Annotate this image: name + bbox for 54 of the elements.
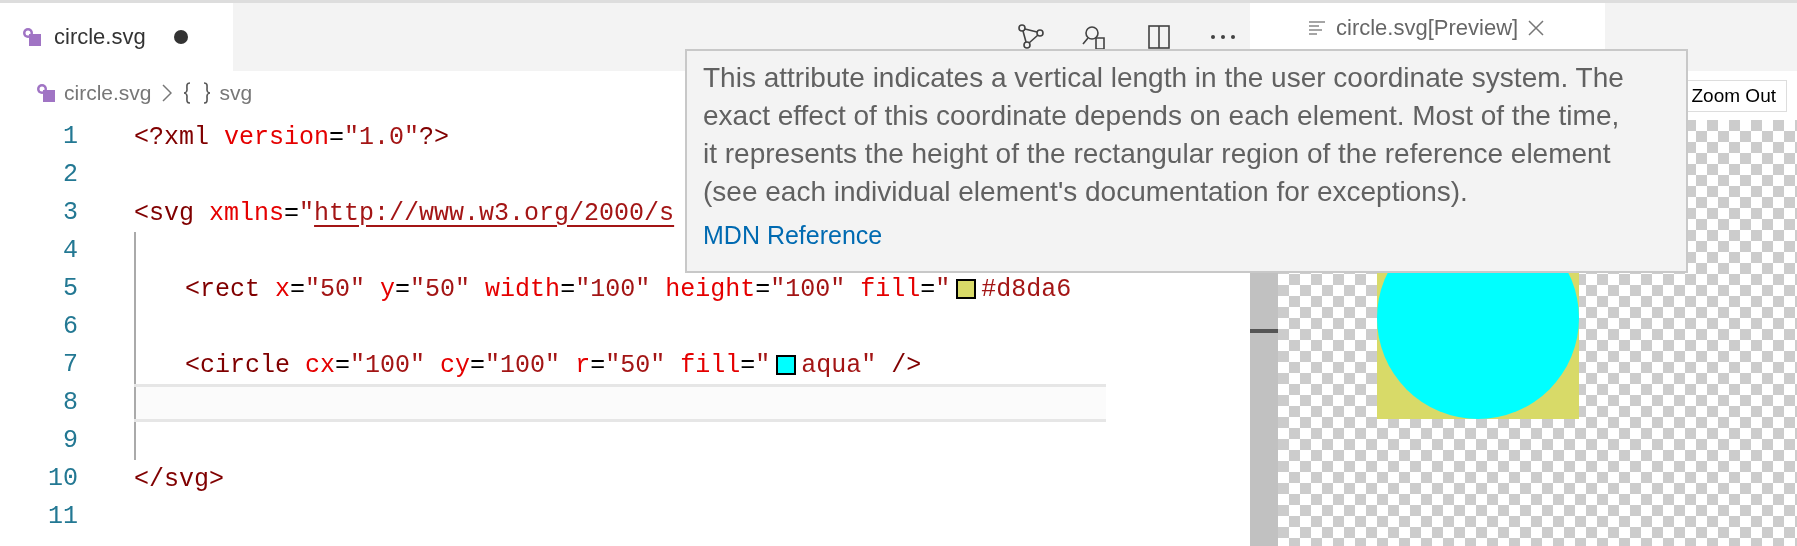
- line-number: 7: [62, 349, 78, 381]
- code-token: "1.0": [344, 122, 420, 152]
- code-token: =: [290, 274, 306, 304]
- code-token: r: [574, 350, 591, 380]
- code-token: width: [484, 274, 561, 304]
- code-token: =: [920, 274, 936, 304]
- code-token: fill: [859, 274, 921, 304]
- line-number: 5: [62, 273, 78, 305]
- code-token: =: [329, 122, 345, 152]
- code-token: y: [379, 274, 396, 304]
- code-token: cx: [304, 350, 336, 380]
- code-token: x: [274, 274, 291, 304]
- code-token: version: [223, 122, 330, 152]
- line-number: 6: [62, 311, 78, 343]
- code-token: =: [755, 274, 771, 304]
- code-token: =: [590, 350, 606, 380]
- line-number: 8: [62, 387, 78, 419]
- code-token: "50": [410, 274, 471, 304]
- code-token: =: [395, 274, 411, 304]
- code-token: ": [299, 198, 315, 228]
- code-token: ": [755, 350, 771, 380]
- code-token: "50": [605, 350, 666, 380]
- code-token: =: [335, 350, 351, 380]
- code-token: "100": [575, 274, 651, 304]
- code-token: ?>: [419, 122, 450, 152]
- code-token: xmlns: [208, 198, 285, 228]
- line-number: 11: [47, 501, 78, 533]
- line-number: 9: [62, 425, 78, 457]
- code-token: "100": [770, 274, 846, 304]
- code-token: fill: [679, 350, 741, 380]
- line-number: 1: [62, 121, 78, 153]
- code-token: =: [284, 198, 300, 228]
- code-token: />: [890, 350, 922, 380]
- code-token: =: [740, 350, 756, 380]
- code-token: "100": [350, 350, 426, 380]
- code-token: #d8da6: [981, 274, 1072, 304]
- code-token: <circle: [185, 350, 291, 380]
- code-token: "50": [305, 274, 366, 304]
- line-number: 4: [62, 235, 78, 267]
- code-token: <rect: [185, 274, 260, 304]
- line-number: 2: [62, 159, 78, 191]
- code-token: "100": [485, 350, 561, 380]
- code-token: =: [560, 274, 576, 304]
- tab-label: circle.svg: [54, 24, 146, 50]
- code-token: cy: [439, 350, 471, 380]
- line-number: 3: [62, 197, 78, 229]
- code-token: =: [470, 350, 486, 380]
- line-number: 10: [47, 463, 78, 495]
- code-token: height: [664, 274, 756, 304]
- code-token: </svg>: [134, 464, 224, 494]
- code-token: ": [935, 274, 951, 304]
- code-token: <svg: [134, 198, 194, 228]
- code-token: <?xml: [134, 122, 209, 152]
- code-token: aqua": [801, 350, 877, 380]
